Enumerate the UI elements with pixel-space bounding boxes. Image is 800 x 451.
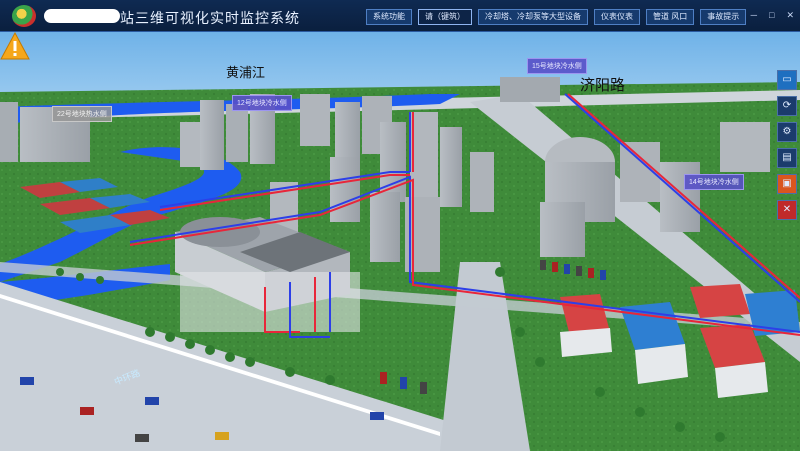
3d-scene-viewport[interactable]: 黄浦江 济阳路 中环路 22号地块热水侧 12号地块冷水侧 15号地块冷水侧 1… — [0, 32, 800, 451]
nav-instruments[interactable]: 仪表仪表 — [594, 9, 640, 25]
building — [300, 94, 330, 146]
building — [0, 102, 18, 162]
nav-large-equipment[interactable]: 冷却塔、冷却泵等大型设备 — [478, 9, 588, 25]
building — [500, 77, 560, 102]
river-label: 黄浦江 — [226, 65, 266, 80]
building — [335, 102, 360, 162]
clipboard-icon[interactable]: ▣ — [777, 174, 797, 194]
app-title: 站三维可视化实时监控系统 — [120, 10, 300, 26]
building — [440, 127, 462, 207]
building — [200, 100, 224, 170]
block-12-tag[interactable]: 12号地块冷水侧 — [232, 95, 292, 111]
building — [720, 122, 770, 172]
redacted-title-prefix — [44, 9, 120, 23]
rotate-icon[interactable]: ⟳ — [777, 96, 797, 116]
building — [410, 112, 438, 202]
building — [330, 157, 360, 222]
block-14-tag[interactable]: 14号地块冷水侧 — [684, 174, 744, 190]
minimize-icon[interactable]: ─ — [751, 9, 757, 21]
nav-pipes-vents[interactable]: 管道 风口 — [646, 9, 695, 25]
title-bar: 站三维可视化实时监控系统 系统功能 请（键筑） 冷却塔、冷却泵等大型设备 仪表仪… — [0, 0, 800, 32]
logo-icon — [12, 5, 36, 27]
main-nav: 系统功能 请（键筑） 冷却塔、冷却泵等大型设备 仪表仪表 管道 风口 事故提示 — [366, 9, 747, 25]
tool-strip: ▭ ⟳ ⚙ ▤ ▣ ✕ — [776, 70, 798, 220]
close-icon[interactable]: ✕ — [786, 9, 794, 21]
window-controls: ─ □ ✕ — [751, 9, 794, 21]
scene-drawing — [0, 32, 800, 451]
maximize-icon[interactable]: □ — [769, 9, 774, 21]
close-tool-icon[interactable]: ✕ — [777, 200, 797, 220]
nav-incident-alerts[interactable]: 事故提示 — [700, 9, 747, 25]
warning-icon[interactable] — [0, 32, 30, 60]
building — [180, 122, 200, 167]
nav-buildings[interactable]: 请（键筑） — [418, 9, 472, 25]
monitor-icon[interactable]: ▭ — [777, 70, 797, 90]
building — [470, 152, 494, 212]
building — [226, 104, 248, 162]
building — [370, 192, 400, 262]
block-15-tag[interactable]: 15号地块冷水侧 — [527, 58, 587, 74]
nav-system-functions[interactable]: 系统功能 — [366, 9, 412, 25]
road-label: 济阳路 — [580, 77, 626, 94]
block-22-tag[interactable]: 22号地块热水侧 — [52, 106, 112, 122]
document-icon[interactable]: ▤ — [777, 148, 797, 168]
settings-icon[interactable]: ⚙ — [777, 122, 797, 142]
building — [540, 202, 585, 257]
